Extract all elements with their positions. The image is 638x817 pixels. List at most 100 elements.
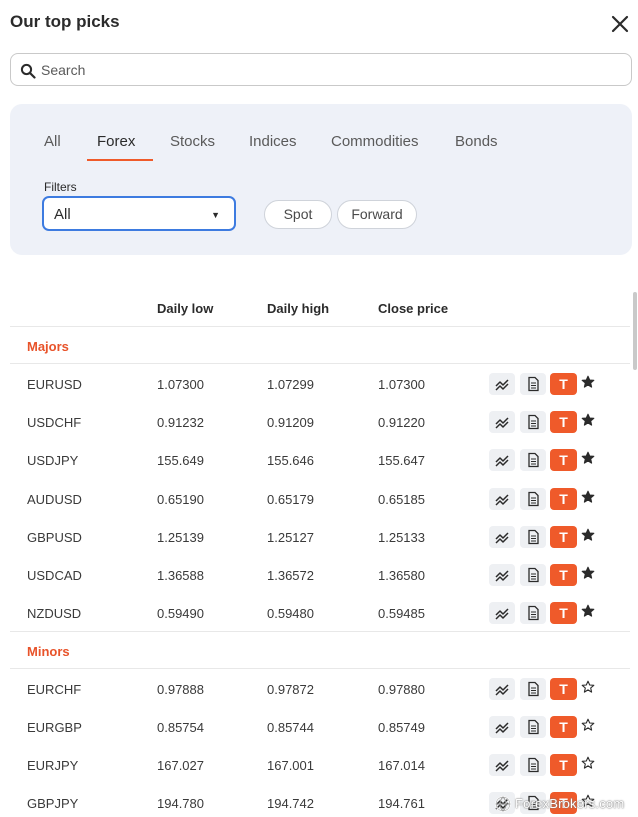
globe-icon <box>495 796 511 812</box>
trade-button[interactable]: T <box>550 488 577 510</box>
tab-all[interactable]: All <box>44 133 61 161</box>
tab-indices[interactable]: Indices <box>249 133 297 161</box>
chart-button[interactable] <box>489 754 515 776</box>
trade-button[interactable]: T <box>550 602 577 624</box>
star-outline-icon[interactable] <box>581 680 595 694</box>
star-outline-icon[interactable] <box>581 718 595 732</box>
star-filled-icon[interactable] <box>581 375 595 389</box>
filter-select-value: All <box>54 206 71 223</box>
filters-label: Filters <box>44 180 77 194</box>
chart-icon <box>495 722 509 734</box>
tab-forex[interactable]: Forex <box>97 133 135 161</box>
chart-icon <box>495 379 509 391</box>
table-row[interactable]: AUDUSD 0.65190 0.65179 0.65185 T <box>10 480 630 518</box>
details-button[interactable] <box>520 716 546 738</box>
trade-button[interactable]: T <box>550 411 577 433</box>
star-filled-icon[interactable] <box>581 490 595 504</box>
document-icon <box>528 376 539 392</box>
trade-button[interactable]: T <box>550 564 577 586</box>
filter-select[interactable]: All ▼ <box>42 196 236 231</box>
table-row[interactable]: USDCAD 1.36588 1.36572 1.36580 T <box>10 556 630 594</box>
table-header: Daily low Daily high Close price <box>10 290 630 327</box>
active-tab-indicator <box>87 159 153 161</box>
chart-icon <box>495 494 509 506</box>
table-row[interactable]: EURCHF 0.97888 0.97872 0.97880 T <box>10 670 630 708</box>
chart-button[interactable] <box>489 564 515 586</box>
tab-commodities[interactable]: Commodities <box>331 133 419 161</box>
symbol-cell: EURJPY <box>27 758 79 773</box>
star-filled-icon[interactable] <box>581 604 595 618</box>
close-price-cell: 0.91220 <box>378 415 425 430</box>
close-price-cell: 155.647 <box>378 453 425 468</box>
group-divider <box>10 668 630 669</box>
details-button[interactable] <box>520 449 546 471</box>
details-button[interactable] <box>520 488 546 510</box>
daily-high-cell: 167.001 <box>267 758 314 773</box>
close-price-cell: 0.59485 <box>378 606 425 621</box>
details-button[interactable] <box>520 526 546 548</box>
daily-high-cell: 0.65179 <box>267 492 314 507</box>
chart-button[interactable] <box>489 411 515 433</box>
trade-button[interactable]: T <box>550 754 577 776</box>
table-row[interactable]: EURUSD 1.07300 1.07299 1.07300 T <box>10 365 630 403</box>
close-price-cell: 194.761 <box>378 796 425 811</box>
details-button[interactable] <box>520 754 546 776</box>
trade-button[interactable]: T <box>550 373 577 395</box>
chart-button[interactable] <box>489 449 515 471</box>
table-row[interactable]: GBPUSD 1.25139 1.25127 1.25133 T <box>10 518 630 556</box>
search-box[interactable] <box>10 53 632 86</box>
star-outline-icon[interactable] <box>581 756 595 770</box>
trade-button[interactable]: T <box>550 716 577 738</box>
trade-button[interactable]: T <box>550 449 577 471</box>
document-icon <box>528 719 539 735</box>
forward-filter-button[interactable]: Forward <box>337 200 417 229</box>
details-button[interactable] <box>520 411 546 433</box>
document-icon <box>528 757 539 773</box>
details-button[interactable] <box>520 373 546 395</box>
chart-button[interactable] <box>489 602 515 624</box>
tab-bonds[interactable]: Bonds <box>455 133 498 161</box>
daily-low-cell: 194.780 <box>157 796 204 811</box>
header: Our top picks <box>0 0 638 48</box>
close-button[interactable] <box>608 12 632 36</box>
chart-button[interactable] <box>489 678 515 700</box>
close-price-cell: 1.36580 <box>378 568 425 583</box>
chart-button[interactable] <box>489 716 515 738</box>
group-divider <box>10 631 630 632</box>
trade-button[interactable]: T <box>550 678 577 700</box>
star-filled-icon[interactable] <box>581 528 595 542</box>
daily-low-cell: 0.59490 <box>157 606 204 621</box>
star-filled-icon[interactable] <box>581 451 595 465</box>
table-row[interactable]: EURJPY 167.027 167.001 167.014 T <box>10 746 630 784</box>
daily-high-cell: 1.07299 <box>267 377 314 392</box>
star-filled-icon[interactable] <box>581 566 595 580</box>
spot-filter-button[interactable]: Spot <box>264 200 332 229</box>
chart-icon <box>495 417 509 429</box>
scrollbar[interactable] <box>633 292 637 370</box>
details-button[interactable] <box>520 602 546 624</box>
trade-button[interactable]: T <box>550 526 577 548</box>
details-button[interactable] <box>520 564 546 586</box>
daily-low-cell: 0.91232 <box>157 415 204 430</box>
symbol-cell: USDCHF <box>27 415 82 430</box>
daily-high-cell: 0.91209 <box>267 415 314 430</box>
star-filled-icon[interactable] <box>581 413 595 427</box>
chart-button[interactable] <box>489 373 515 395</box>
symbol-cell: GBPUSD <box>27 530 82 545</box>
chart-button[interactable] <box>489 488 515 510</box>
symbol-cell: EURUSD <box>27 377 82 392</box>
chart-button[interactable] <box>489 526 515 548</box>
details-button[interactable] <box>520 678 546 700</box>
chart-icon <box>495 608 509 620</box>
daily-high-cell: 0.97872 <box>267 682 314 697</box>
tab-stocks[interactable]: Stocks <box>170 133 215 161</box>
symbol-cell: EURCHF <box>27 682 82 697</box>
table-row[interactable]: EURGBP 0.85754 0.85744 0.85749 T <box>10 708 630 746</box>
search-icon <box>20 63 36 79</box>
table-row[interactable]: USDCHF 0.91232 0.91209 0.91220 T <box>10 403 630 441</box>
table-row[interactable]: USDJPY 155.649 155.646 155.647 T <box>10 441 630 479</box>
table-row[interactable]: NZDUSD 0.59490 0.59480 0.59485 T <box>10 594 630 632</box>
search-input[interactable] <box>41 58 621 82</box>
close-price-cell: 0.85749 <box>378 720 425 735</box>
document-icon <box>528 491 539 507</box>
